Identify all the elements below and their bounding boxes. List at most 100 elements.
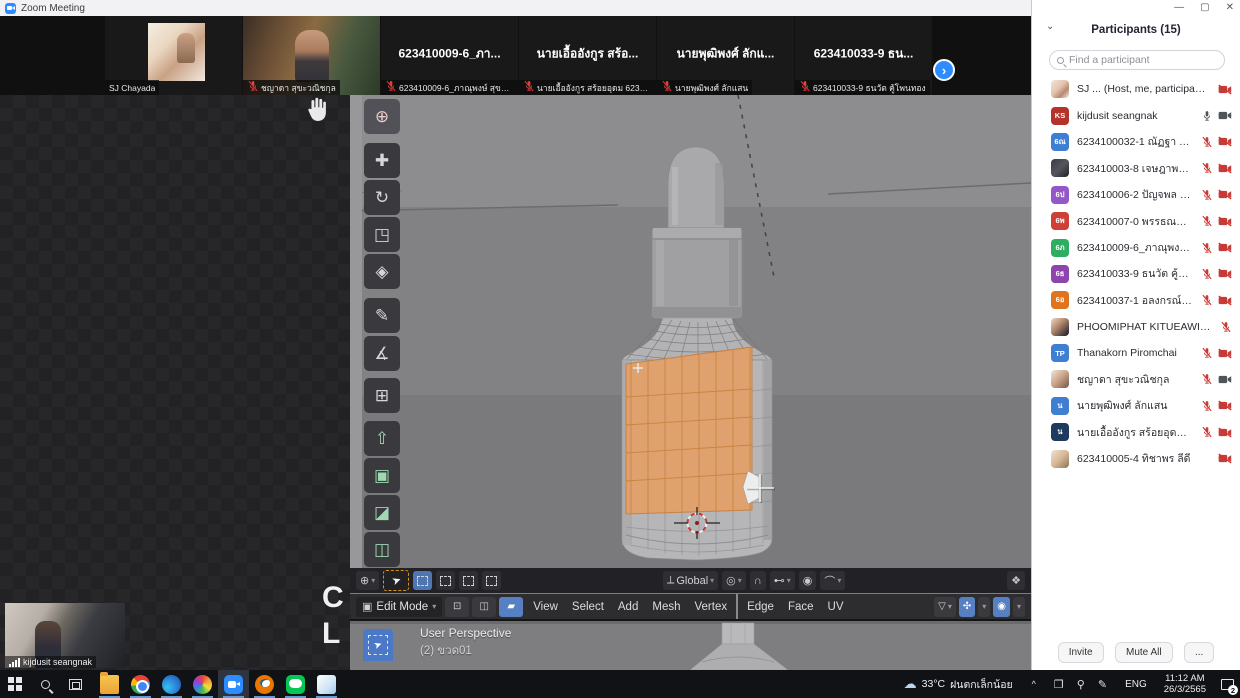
snap-settings-dropdown[interactable]: ⊷▾ <box>770 571 795 590</box>
invite-button[interactable]: Invite <box>1058 642 1104 663</box>
participant-row[interactable]: KSkijdusit seangnak <box>1032 102 1240 128</box>
bevel-tool-button[interactable]: ◪ <box>364 495 400 530</box>
magnet-icon: ∩ <box>754 575 762 587</box>
menu-uv[interactable]: UV <box>821 598 851 616</box>
participant-row[interactable]: นนายเอื้ออังกูร สร้อยอุดม 623410059-1 <box>1032 419 1240 445</box>
taskbar-search-button[interactable] <box>30 670 60 698</box>
menu-edge[interactable]: Edge <box>740 598 781 616</box>
transform-orientation-dropdown[interactable]: ⟂Global▾ <box>663 571 718 590</box>
select-new-button[interactable] <box>413 571 432 590</box>
participant-row[interactable]: 6ภ623410009-6_ภาณุพงษ์ สุขส่ง (โอม) <box>1032 234 1240 260</box>
mute-all-button[interactable]: Mute All <box>1115 642 1173 663</box>
select-intersect-button[interactable] <box>482 571 501 590</box>
proportional-falloff-dropdown[interactable]: ⌒▾ <box>820 571 845 590</box>
participant-row[interactable]: TPThanakorn Piromchai <box>1032 340 1240 366</box>
menu-add[interactable]: Add <box>611 598 645 616</box>
start-button[interactable] <box>0 670 30 698</box>
task-view-button[interactable] <box>60 670 90 698</box>
participant-row[interactable]: 6ป623410006-2 ปัญจพล อ่อนโคตา <box>1032 182 1240 208</box>
video-thumbnail[interactable]: นายพุฒิพงศ์ ลักแ...นายพุฒิพงศ์ ลักแสน <box>657 16 794 95</box>
video-thumbnail[interactable]: ชญาดา สุขะวณิชกุล <box>243 16 380 95</box>
taskbar-app-zoom[interactable] <box>218 670 249 698</box>
menu-mesh[interactable]: Mesh <box>645 598 687 616</box>
taskbar-app-blender[interactable] <box>249 670 280 698</box>
extrude-region-tool-button[interactable]: ⇧ <box>364 421 400 456</box>
participant-row[interactable]: 623410003-8 เจษฎาพร แสงสีงาม <box>1032 155 1240 181</box>
pivot-point-dropdown[interactable]: ◎▾ <box>722 571 746 590</box>
menu-face[interactable]: Face <box>781 598 821 616</box>
proportional-editing-toggle[interactable]: ◉ <box>799 571 817 590</box>
tray-mic-icon[interactable]: ⚲ <box>1077 678 1085 691</box>
taskbar-app-photos[interactable] <box>187 670 218 698</box>
participant-row[interactable]: SJ ... (Host, me, participant ID: 142733… <box>1032 76 1240 102</box>
more-options-button[interactable]: ... <box>1184 642 1214 663</box>
inset-faces-tool-button[interactable]: ▣ <box>364 458 400 493</box>
participant-row[interactable]: 6อ623410037-1 อลงกรณ์ ประดิษฐวงษ์ <box>1032 287 1240 313</box>
taskbar-app-paint3d[interactable] <box>311 670 342 698</box>
search-input[interactable] <box>1069 54 1217 66</box>
video-thumbnail[interactable]: 623410009-6_ภา...623410009-6_ภาณุพงษ์ สุ… <box>381 16 518 95</box>
minimize-button[interactable]: — <box>1174 2 1184 14</box>
video-thumbnail[interactable]: SJ Chayada <box>105 16 242 95</box>
participant-search[interactable] <box>1049 50 1225 70</box>
maximize-button[interactable]: ▢ <box>1200 2 1209 14</box>
menu-select[interactable]: Select <box>565 598 611 616</box>
participant-row[interactable]: ชญาดา สุขะวณิชกุล <box>1032 366 1240 392</box>
overlays-dropdown[interactable]: ▾ <box>1013 597 1025 617</box>
menu-bar: ViewSelectAddMeshVertex EdgeFaceUV <box>526 594 850 619</box>
mode-dropdown[interactable]: ▣ Edit Mode ▾ <box>356 597 442 617</box>
cursor-tool-button[interactable]: ⊕ <box>364 99 400 134</box>
transform-tool-button[interactable]: ◈ <box>364 254 400 289</box>
filter-dropdown[interactable]: ▽▾ <box>934 597 956 617</box>
move-tool-button[interactable]: ✚ <box>364 143 400 178</box>
tray-window-icon[interactable]: ❐ <box>1054 678 1064 691</box>
measure-tool-button[interactable]: ∡ <box>364 336 400 371</box>
tweak-tool-button[interactable]: ➤ <box>383 570 409 591</box>
loop-cut-tool-button[interactable]: ◫ <box>364 532 400 567</box>
scale-tool-button[interactable]: ◳ <box>364 217 400 252</box>
annotate-tool-button[interactable]: ✎ <box>364 298 400 333</box>
add-cube-tool-button[interactable]: ⊞ <box>364 378 400 413</box>
scene-options-icon[interactable]: ❖ <box>1007 571 1025 590</box>
blender-3d-viewport[interactable]: ⊕ ✚↻◳◈ ✎∡ ⊞ ⇧▣◪◫ <box>350 95 1031 568</box>
snap-toggle-button[interactable]: ∩ <box>750 571 766 590</box>
participant-row[interactable]: 6พ623410007-0 พรรธณนิกา ผลเจริญ <box>1032 208 1240 234</box>
close-button[interactable]: ✕ <box>1226 2 1234 14</box>
taskbar-app-file-explorer[interactable] <box>94 670 125 698</box>
video-thumbnail[interactable]: 623410033-9 ธน...623410033-9 ธนวัต คู้โพ… <box>795 16 932 95</box>
video-thumbnail[interactable]: นายเอื้ออังกูร สร้อ...นายเอื้ออังกูร สร้… <box>519 16 656 95</box>
gizmos-dropdown[interactable]: ▾ <box>978 597 990 617</box>
participant-row[interactable]: นนายพุฒิพงศ์ ลักแสน <box>1032 393 1240 419</box>
edge-select-button[interactable]: ◫ <box>472 597 496 617</box>
active-tool-dropdown[interactable]: ⊕▾ <box>356 571 379 590</box>
chevron-down-icon[interactable]: ⌄ <box>1046 21 1054 32</box>
select-subtract-button[interactable] <box>459 571 478 590</box>
menu-vertex[interactable]: Vertex <box>687 598 734 616</box>
active-tool-corner-button[interactable]: ➤ <box>363 629 393 661</box>
overlays-toggle[interactable]: ◉ <box>993 597 1010 617</box>
hidden-icons-button[interactable]: ^ <box>1023 679 1045 689</box>
taskbar-app-edge[interactable] <box>156 670 187 698</box>
participant-row[interactable]: 623410005-4 ทิชาพร ลีดี <box>1032 445 1240 471</box>
participant-row[interactable]: 6ธ623410033-9 ธนวัต คู้โพนทอง <box>1032 261 1240 287</box>
perspective-label: User Perspective <box>420 626 511 640</box>
language-indicator[interactable]: ENG <box>1116 679 1156 690</box>
weather-widget[interactable]: ☁ 33°C ฝนตกเล็กน้อย <box>894 676 1023 693</box>
notification-center-button[interactable]: 2 <box>1214 670 1240 698</box>
taskbar-app-chrome[interactable] <box>125 670 156 698</box>
face-select-button[interactable]: ▰ <box>499 597 523 617</box>
participant-row[interactable]: 6ณ6234100032-1 ณัฏฐา ซ้อนศรี <box>1032 129 1240 155</box>
next-page-button[interactable]: › <box>933 59 955 81</box>
taskbar-app-line[interactable] <box>280 670 311 698</box>
participant-row[interactable]: PHOOMIPHAT KITUEAWIRIYA <box>1032 314 1240 340</box>
select-extend-button[interactable] <box>436 571 455 590</box>
tray-pen-icon[interactable]: ✎ <box>1098 678 1107 691</box>
blender-3d-viewport-2[interactable]: ➤ User Perspective (2) ขวด01 <box>350 621 1031 670</box>
self-view-video[interactable]: kijdusit seangnak <box>5 603 125 668</box>
clock-widget[interactable]: 11:12 AM 26/3/2565 <box>1156 673 1214 695</box>
gizmos-toggle[interactable]: ✣ <box>959 597 975 617</box>
chevron-down-icon: ▾ <box>982 602 986 611</box>
rotate-tool-button[interactable]: ↻ <box>364 180 400 215</box>
vertex-select-button[interactable]: ⊡ <box>445 597 469 617</box>
menu-view[interactable]: View <box>526 598 565 616</box>
